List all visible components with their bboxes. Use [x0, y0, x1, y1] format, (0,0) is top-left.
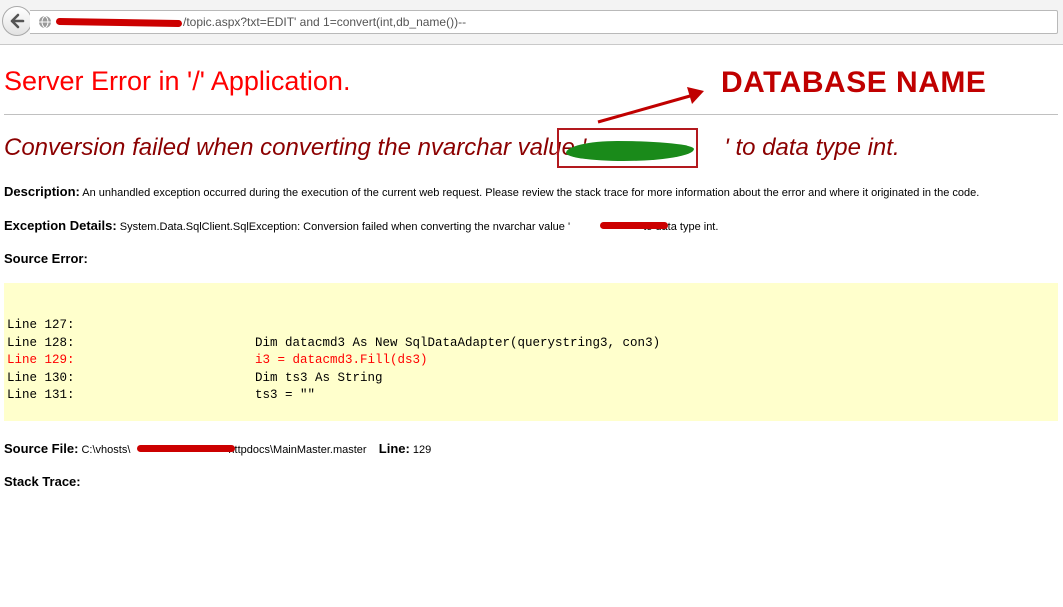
description-text: An unhandled exception occurred during t…	[82, 187, 980, 199]
line-number: Line 131:	[7, 388, 75, 402]
back-button[interactable]	[2, 6, 32, 36]
error-message-prefix: Conversion failed when converting the nv…	[4, 134, 587, 161]
source-error-heading: Source Error:	[4, 251, 88, 266]
source-file-path-a: C:\vhosts\	[81, 444, 131, 456]
source-file-redaction	[137, 445, 235, 452]
line-value: 129	[412, 444, 432, 456]
exception-redaction	[600, 222, 668, 229]
source-code-block: Line 127: Line 128: Dim datacmd3 As New S…	[4, 283, 1058, 421]
database-name-annotation: DATABASE NAME	[721, 66, 987, 99]
stack-trace-label: Stack Trace:	[4, 474, 81, 489]
exception-text-a: System.Data.SqlClient.SqlException: Conv…	[119, 221, 571, 233]
source-file-label: Source File:	[4, 441, 79, 456]
page-title: Server Error in '/' Application.	[4, 66, 351, 96]
globe-icon	[39, 15, 51, 29]
line-number: Line 128:	[7, 336, 75, 350]
code-line: Line 131: ts3 = ""	[7, 388, 315, 402]
url-redaction	[55, 17, 183, 28]
source-file-path-b: httpdocs\MainMaster.master	[228, 444, 367, 456]
annotation-arrow-icon	[597, 87, 704, 124]
line-number: Line 129:	[7, 353, 75, 367]
code-statement: Dim datacmd3 As New SqlDataAdapter(query…	[255, 336, 661, 350]
browser-toolbar: /topic.aspx?txt=EDIT' and 1=convert(int,…	[0, 0, 1063, 45]
line-label: Line:	[378, 441, 410, 456]
line-number: Line 127:	[7, 318, 75, 332]
code-line: Line 130: Dim ts3 As String	[7, 371, 383, 385]
stack-trace-heading: Stack Trace:	[4, 474, 81, 489]
error-message-suffix: ' to data type int.	[724, 134, 900, 161]
exception-label: Exception Details:	[4, 218, 117, 233]
code-statement: Dim ts3 As String	[255, 371, 383, 385]
title-divider	[4, 114, 1058, 115]
database-name-highlight-box	[557, 128, 698, 168]
description-label: Description:	[4, 184, 80, 199]
address-bar[interactable]: /topic.aspx?txt=EDIT' and 1=convert(int,…	[30, 10, 1058, 34]
code-statement: i3 = datacmd3.Fill(ds3)	[255, 353, 428, 367]
url-text: /topic.aspx?txt=EDIT' and 1=convert(int,…	[183, 15, 467, 29]
code-line: Line 128: Dim datacmd3 As New SqlDataAdap…	[7, 336, 660, 350]
back-arrow-icon	[10, 13, 25, 29]
code-line: Line 127:	[7, 318, 75, 332]
error-message: Conversion failed when converting the nv…	[4, 134, 900, 162]
code-line-highlighted: Line 129: i3 = datacmd3.Fill(ds3)	[7, 353, 428, 367]
code-statement: ts3 = ""	[255, 388, 316, 402]
description-row: Description: An unhandled exception occu…	[4, 184, 979, 199]
line-number: Line 130:	[7, 371, 75, 385]
source-error-label: Source Error:	[4, 251, 88, 266]
